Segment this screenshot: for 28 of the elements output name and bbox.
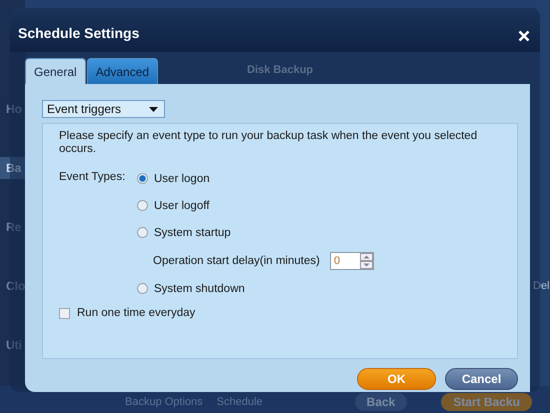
radio-icon[interactable]: [137, 200, 148, 211]
window-title: Schedule Settings: [18, 25, 140, 41]
checkbox[interactable]: [59, 308, 70, 318]
close-icon[interactable]: [518, 30, 530, 42]
toolbar-item[interactable]: Schedule: [216, 396, 263, 408]
field-label: Event Types:: [59, 170, 126, 185]
description-text: Please specify an event type to run your backup task when the event you selected occurs.: [59, 130, 478, 156]
radio-icon[interactable]: [137, 173, 148, 184]
radio-option[interactable]: System shutdown: [137, 275, 501, 302]
tab[interactable]: Advanced: [86, 58, 158, 84]
radio-icon[interactable]: [137, 227, 148, 238]
spinner-arrows-icon[interactable]: [360, 252, 373, 268]
radio-option[interactable]: User logon: [137, 165, 501, 192]
tab[interactable]: General: [25, 58, 86, 84]
radio-icon[interactable]: [137, 283, 148, 294]
radio-option[interactable]: User logoff: [137, 192, 501, 219]
cancel-button[interactable]: Cancel: [445, 368, 518, 390]
column-header: Del: [533, 280, 550, 292]
field-label: Operation start delay(in minutes): [153, 254, 320, 266]
section-heading: Disk Backup: [247, 64, 314, 76]
caret-icon: [149, 106, 158, 112]
toolbar-item[interactable]: Backup Options: [125, 396, 203, 408]
number-field[interactable]: 0: [330, 252, 374, 270]
ok-button[interactable]: OK: [357, 368, 436, 390]
checkbox-option[interactable]: Run one time everyday: [59, 307, 501, 319]
trigger-dropdown[interactable]: Event triggers: [42, 100, 165, 118]
radio-option[interactable]: System startup: [137, 219, 501, 246]
nav-button[interactable]: Back: [354, 392, 408, 410]
